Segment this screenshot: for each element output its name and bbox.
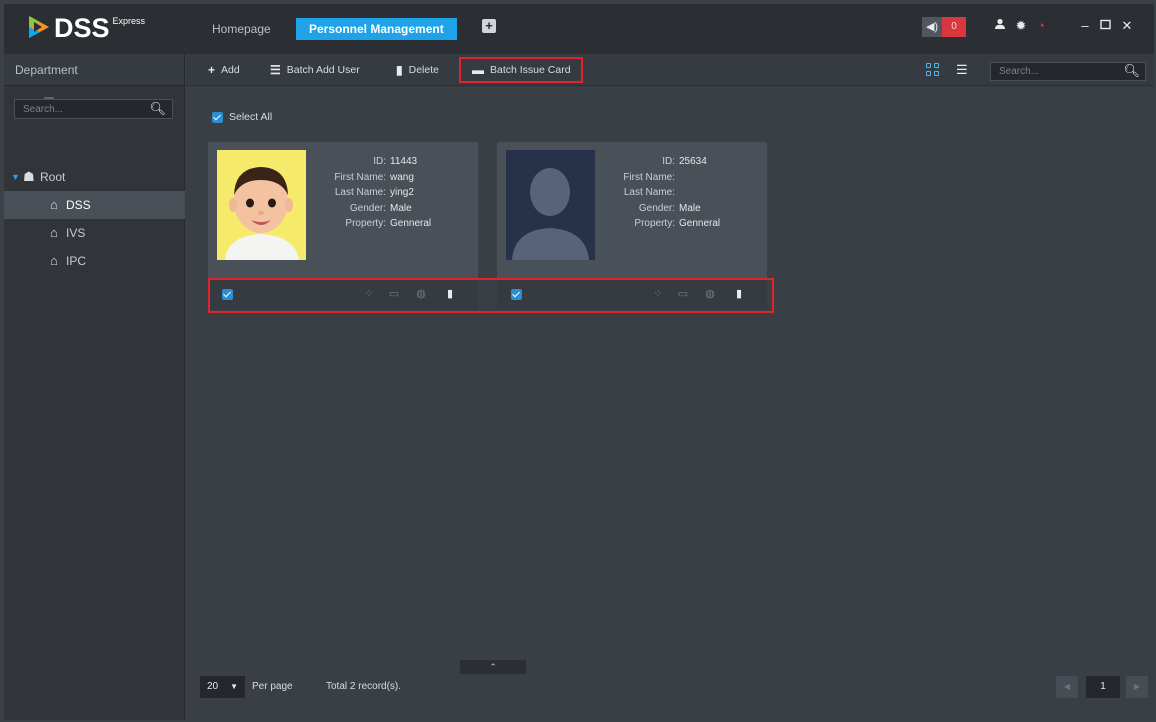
chevron-down-icon: ▼ (230, 682, 238, 691)
building-icon: ⌂ (50, 225, 58, 240)
property-label: Property: (634, 218, 675, 229)
expand-arrow-icon[interactable]: ▼ (11, 163, 20, 191)
person-photo-placeholder (506, 150, 595, 260)
department-tree: ▼ ☗ Root ⌂ DSS ⌂ IVS ⌂ IPC (4, 163, 185, 275)
per-page-select[interactable]: 20 ▼ (200, 676, 245, 698)
id-value: 11443 (390, 156, 418, 167)
property-value: Genneral (679, 218, 721, 229)
gender-value: Male (390, 202, 412, 214)
tree-item-ivs[interactable]: ⌂ IVS (4, 219, 185, 247)
close-icon[interactable]: ✕ (1119, 18, 1135, 34)
property-value: Genneral (390, 218, 432, 229)
batch-add-user-button[interactable]: ☰ Batch Add User (270, 63, 360, 77)
gender-value: Male (679, 202, 701, 214)
tree-item-root[interactable]: ▼ ☗ Root (4, 163, 185, 191)
per-page-value: 20 (207, 681, 219, 692)
select-all-label: Select All (229, 111, 273, 123)
first-name-label: First Name: (623, 171, 675, 183)
tree-item-label: DSS (66, 198, 91, 212)
delete-button[interactable]: ▮ Delete (396, 63, 439, 77)
minimize-icon[interactable]: – (1077, 18, 1093, 34)
gear-icon[interactable]: ✹ (1013, 18, 1029, 34)
per-page-label: Per page (252, 681, 293, 692)
add-button[interactable]: + Add (208, 63, 240, 77)
personnel-search: 🔍︎ (990, 62, 1146, 81)
batch-add-icon: ☰ (270, 63, 281, 77)
gauge-icon[interactable]: ◔ (1033, 18, 1049, 34)
personnel-toolbar: + Add ☰ Batch Add User ▮ Delete ▬ Batch … (186, 54, 1154, 86)
speaker-icon: ◀) (922, 17, 942, 37)
department-search: 🔍︎ (14, 99, 173, 119)
tree-item-label: Root (40, 170, 66, 184)
org-icon: ☗ (23, 169, 35, 184)
prev-page-icon[interactable]: ◀ (1056, 676, 1078, 698)
highlight-box (459, 57, 583, 83)
department-panel: Department + 🔍︎ ▼ ☗ Root ⌂ DSS ⌂ IVS (4, 54, 185, 720)
id-value: 25634 (679, 156, 707, 167)
trash-icon: ▮ (396, 63, 403, 77)
add-label: Add (221, 64, 240, 76)
building-icon: ⌂ (50, 197, 58, 212)
department-header: Department (4, 54, 184, 86)
gender-label: Gender: (638, 202, 675, 214)
pagination-bar: 20 ▼ Per page Total 2 record(s). ◀ 1 ▶ (186, 674, 1154, 704)
logo-icon (29, 16, 49, 38)
alarm-count-badge: 0 (942, 17, 966, 37)
search-icon[interactable]: 🔍︎ (1123, 63, 1140, 79)
gender-label: Gender: (349, 202, 386, 214)
person-info: ID: 25634 First Name: Last Name: Gender: M… (607, 154, 757, 232)
property-label: Property: (345, 218, 386, 229)
page-number-input[interactable]: 1 (1086, 676, 1120, 698)
last-name-label: Last Name: (623, 187, 675, 198)
first-name-label: First Name: (334, 171, 386, 183)
delete-label: Delete (408, 64, 439, 76)
dss-logo: DSS Express (26, 13, 145, 43)
last-name-label: Last Name: (334, 187, 386, 198)
tree-item-dss[interactable]: ⌂ DSS (4, 191, 185, 219)
person-info: ID: 11443 First Name: wang Last Name: ying2… (318, 154, 468, 232)
highlight-box (208, 278, 774, 313)
building-icon: ⌂ (50, 253, 58, 268)
select-all-checkbox[interactable] (212, 111, 223, 123)
add-tab-icon[interactable]: + (482, 19, 496, 33)
total-records: Total 2 record(s). (326, 681, 402, 692)
select-all[interactable]: Select All (212, 111, 272, 123)
plus-icon: + (208, 63, 216, 77)
tree-item-label: IPC (66, 254, 87, 268)
batch-add-user-label: Batch Add User (286, 64, 360, 76)
personnel-search-input[interactable] (991, 63, 1121, 80)
department-search-input[interactable] (15, 100, 145, 118)
tab-homepage[interactable]: Homepage (200, 18, 283, 40)
tree-item-label: IVS (66, 226, 86, 240)
app-window: DSS Express Homepage Personnel Managemen… (4, 4, 1154, 720)
id-label: ID: (662, 156, 675, 167)
list-view-icon[interactable]: ☰ (956, 63, 970, 77)
alarm-button[interactable]: ◀) 0 (922, 17, 976, 37)
tab-personnel-management[interactable]: Personnel Management (296, 18, 457, 40)
id-label: ID: (373, 156, 386, 167)
next-page-icon[interactable]: ▶ (1126, 676, 1148, 698)
logo-text: DSS (54, 13, 110, 43)
collapse-panel-button[interactable]: ⌃ (460, 660, 526, 674)
user-icon[interactable] (992, 18, 1008, 34)
maximize-icon[interactable] (1097, 18, 1113, 34)
personnel-main: + Add ☰ Batch Add User ▮ Delete ▬ Batch … (186, 54, 1154, 720)
grid-view-icon[interactable] (926, 63, 940, 77)
tree-item-ipc[interactable]: ⌂ IPC (4, 247, 185, 275)
logo-superscript: Express (112, 16, 146, 26)
last-name-value: ying2 (390, 187, 414, 198)
first-name-value: wang (390, 171, 414, 183)
search-icon[interactable]: 🔍︎ (149, 101, 166, 117)
person-photo (217, 150, 306, 260)
title-bar: DSS Express Homepage Personnel Managemen… (4, 4, 1154, 54)
